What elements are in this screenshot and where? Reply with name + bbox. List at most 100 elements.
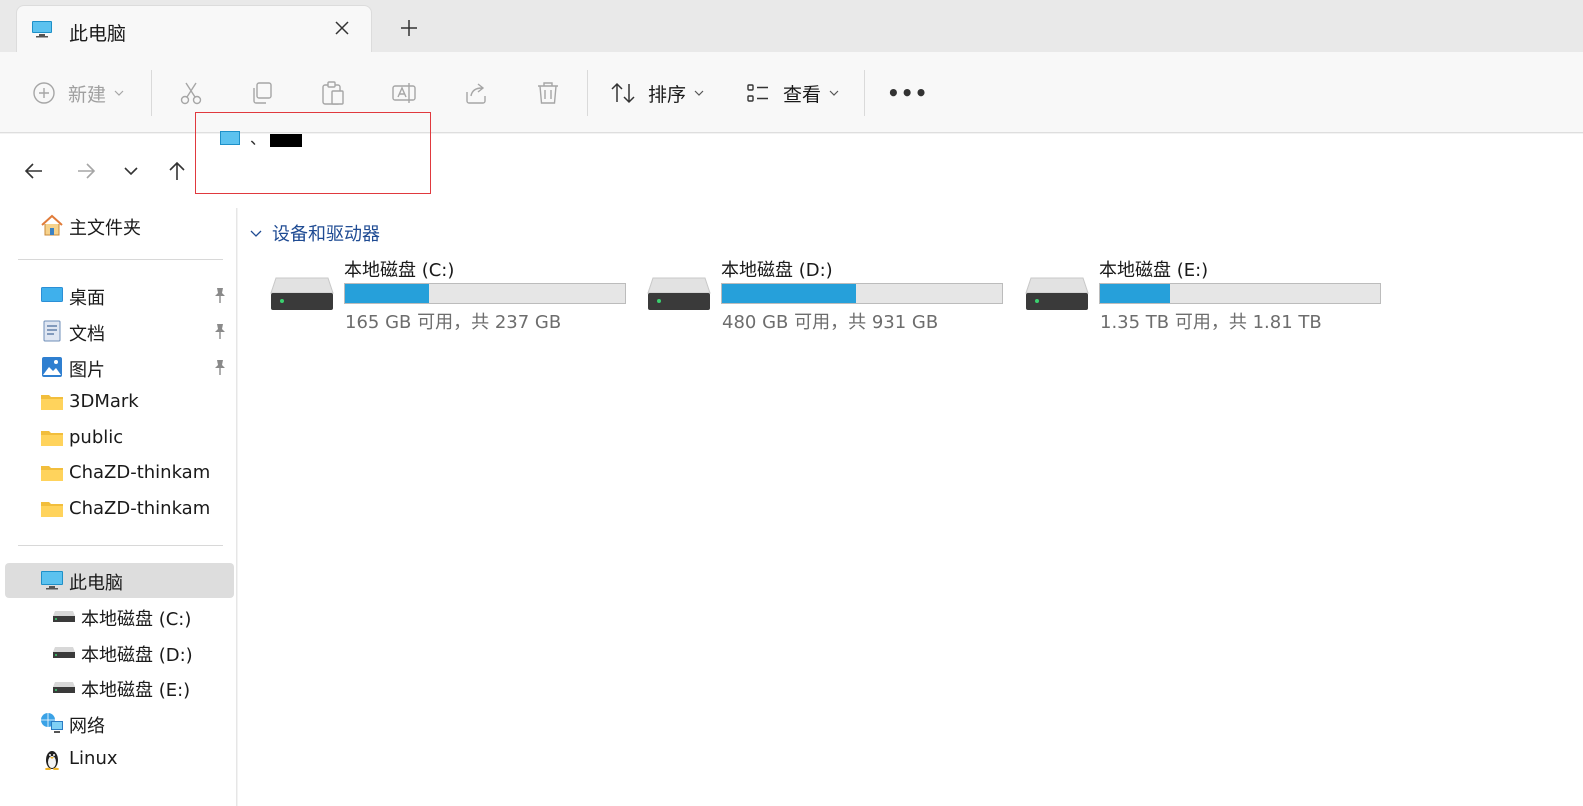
- drive-name: 本地磁盘 (D:): [721, 260, 833, 281]
- network-icon: [41, 713, 63, 733]
- sidebar-item-home[interactable]: 主文件夹: [5, 208, 234, 243]
- chevron-down-icon: [114, 90, 124, 96]
- drive-free-space: 480 GB 可用，共 931 GB: [722, 312, 939, 333]
- chevron-down-icon: [829, 90, 839, 96]
- sidebar-item-label: 图片: [69, 360, 105, 381]
- sidebar-item-chazd-1[interactable]: ChaZD-thinkam: [5, 456, 234, 491]
- paste-button[interactable]: [320, 78, 346, 108]
- sidebar-item-this-pc[interactable]: 此电脑: [5, 563, 234, 598]
- sidebar-item-drive-c[interactable]: 本地磁盘 (C:): [5, 599, 234, 634]
- sidebar-item-public[interactable]: public: [5, 421, 234, 456]
- up-arrow-icon[interactable]: [166, 160, 188, 182]
- sort-button[interactable]: 排序: [610, 78, 704, 108]
- sidebar-item-label: 桌面: [69, 288, 105, 309]
- sidebar-item-label: 此电脑: [69, 573, 123, 594]
- scissors-icon: [180, 82, 202, 105]
- sidebar-item-label: 网络: [69, 716, 105, 737]
- recent-locations-chevron-icon[interactable]: [120, 160, 142, 182]
- documents-icon: [43, 320, 61, 342]
- sidebar-item-3dmark[interactable]: 3DMark: [5, 385, 234, 420]
- group-header-devices[interactable]: 设备和驱动器: [250, 220, 380, 246]
- file-explorer-window: 此电脑 新建 排序 查看 ••• 、 主文件夹 桌面 文档 图片 3DMark …: [0, 0, 1583, 806]
- sidebar-item-drive-d[interactable]: 本地磁盘 (D:): [5, 635, 234, 670]
- drive-usage-fill: [1100, 284, 1170, 303]
- cut-button[interactable]: [178, 78, 204, 108]
- copy-icon: [253, 82, 272, 104]
- sidebar-divider: [18, 545, 223, 546]
- more-icon: •••: [887, 81, 929, 105]
- sidebar-item-linux[interactable]: Linux: [5, 742, 234, 777]
- drive-tile-c[interactable]: 本地磁盘 (C:) 165 GB 可用，共 237 GB: [270, 256, 630, 336]
- pictures-icon: [42, 357, 62, 377]
- redacted-block: [270, 134, 302, 147]
- new-label: 新建: [68, 83, 107, 106]
- sidebar-item-documents[interactable]: 文档: [5, 314, 234, 349]
- new-tab-icon[interactable]: [398, 17, 420, 39]
- sidebar-item-label: 本地磁盘 (C:): [81, 609, 192, 630]
- home-icon: [41, 214, 63, 236]
- sidebar-item-label: 文档: [69, 324, 105, 345]
- group-title: 设备和驱动器: [272, 224, 380, 245]
- chevron-down-icon: [250, 230, 262, 237]
- rename-button[interactable]: [391, 78, 417, 108]
- close-icon[interactable]: [331, 17, 353, 39]
- highlight-box: 、: [195, 112, 431, 194]
- sidebar-item-desktop[interactable]: 桌面: [5, 278, 234, 313]
- drive-usage-fill: [722, 284, 857, 303]
- view-list-icon: [747, 84, 768, 102]
- share-button[interactable]: [463, 78, 489, 108]
- folder-icon: [41, 431, 63, 446]
- content-pane: 设备和驱动器 本地磁盘 (C:) 165 GB 可用，共 237 GB 本地磁盘…: [238, 208, 1583, 806]
- drive-icon: [270, 277, 334, 310]
- drive-free-space: 165 GB 可用，共 237 GB: [345, 312, 562, 333]
- new-button[interactable]: 新建: [32, 78, 124, 108]
- folder-icon: [41, 395, 63, 410]
- drive-usage-bar: [344, 283, 626, 304]
- drive-icon: [53, 647, 75, 658]
- back-arrow-icon[interactable]: [23, 160, 45, 182]
- view-button[interactable]: 查看: [745, 78, 839, 108]
- forward-arrow-icon[interactable]: [75, 160, 97, 182]
- sidebar-item-label: ChaZD-thinkam: [69, 462, 211, 483]
- sidebar-item-label: 本地磁盘 (D:): [81, 645, 193, 666]
- highlight-text: 、: [250, 129, 267, 148]
- monitor-icon: [220, 131, 240, 145]
- drive-tile-e[interactable]: 本地磁盘 (E:) 1.35 TB 可用，共 1.81 TB: [1025, 256, 1385, 336]
- drive-tile-d[interactable]: 本地磁盘 (D:) 480 GB 可用，共 931 GB: [647, 256, 1007, 336]
- pin-icon[interactable]: [212, 322, 228, 340]
- view-label: 查看: [783, 83, 822, 106]
- sidebar-item-drive-e[interactable]: 本地磁盘 (E:): [5, 670, 234, 705]
- monitor-icon: [32, 21, 52, 38]
- sidebar-item-label: public: [69, 427, 124, 448]
- sidebar-item-label: 3DMark: [69, 391, 139, 412]
- copy-button[interactable]: [249, 78, 275, 108]
- sidebar-item-network[interactable]: 网络: [5, 706, 234, 741]
- toolbar-separator: [151, 70, 152, 116]
- tab-strip: 此电脑: [0, 0, 1583, 52]
- share-icon: [466, 83, 486, 104]
- drive-name: 本地磁盘 (C:): [344, 260, 455, 281]
- folder-icon: [41, 502, 63, 517]
- navigation-pane: 主文件夹 桌面 文档 图片 3DMark public ChaZD-thinka…: [0, 208, 237, 806]
- more-options-button[interactable]: •••: [887, 78, 928, 108]
- drive-free-space: 1.35 TB 可用，共 1.81 TB: [1100, 312, 1322, 333]
- sidebar-item-chazd-2[interactable]: ChaZD-thinkam: [5, 492, 234, 527]
- tab-this-pc[interactable]: 此电脑: [16, 5, 372, 52]
- drive-icon: [1025, 277, 1089, 310]
- sidebar-item-label: 主文件夹: [69, 218, 141, 239]
- sidebar-item-pictures[interactable]: 图片: [5, 350, 234, 385]
- drive-icon: [53, 682, 75, 693]
- chevron-down-icon: [694, 90, 704, 96]
- drive-usage-bar: [1099, 283, 1381, 304]
- drive-usage-bar: [721, 283, 1003, 304]
- delete-button[interactable]: [535, 78, 561, 108]
- drive-usage-fill: [345, 284, 429, 303]
- sidebar-divider: [18, 259, 223, 260]
- pin-icon[interactable]: [212, 286, 228, 304]
- monitor-icon: [41, 571, 63, 590]
- pin-icon[interactable]: [212, 358, 228, 376]
- trash-icon: [538, 82, 558, 104]
- desktop-icon: [41, 287, 63, 302]
- drive-name: 本地磁盘 (E:): [1099, 260, 1209, 281]
- sidebar-item-label: 本地磁盘 (E:): [81, 680, 191, 701]
